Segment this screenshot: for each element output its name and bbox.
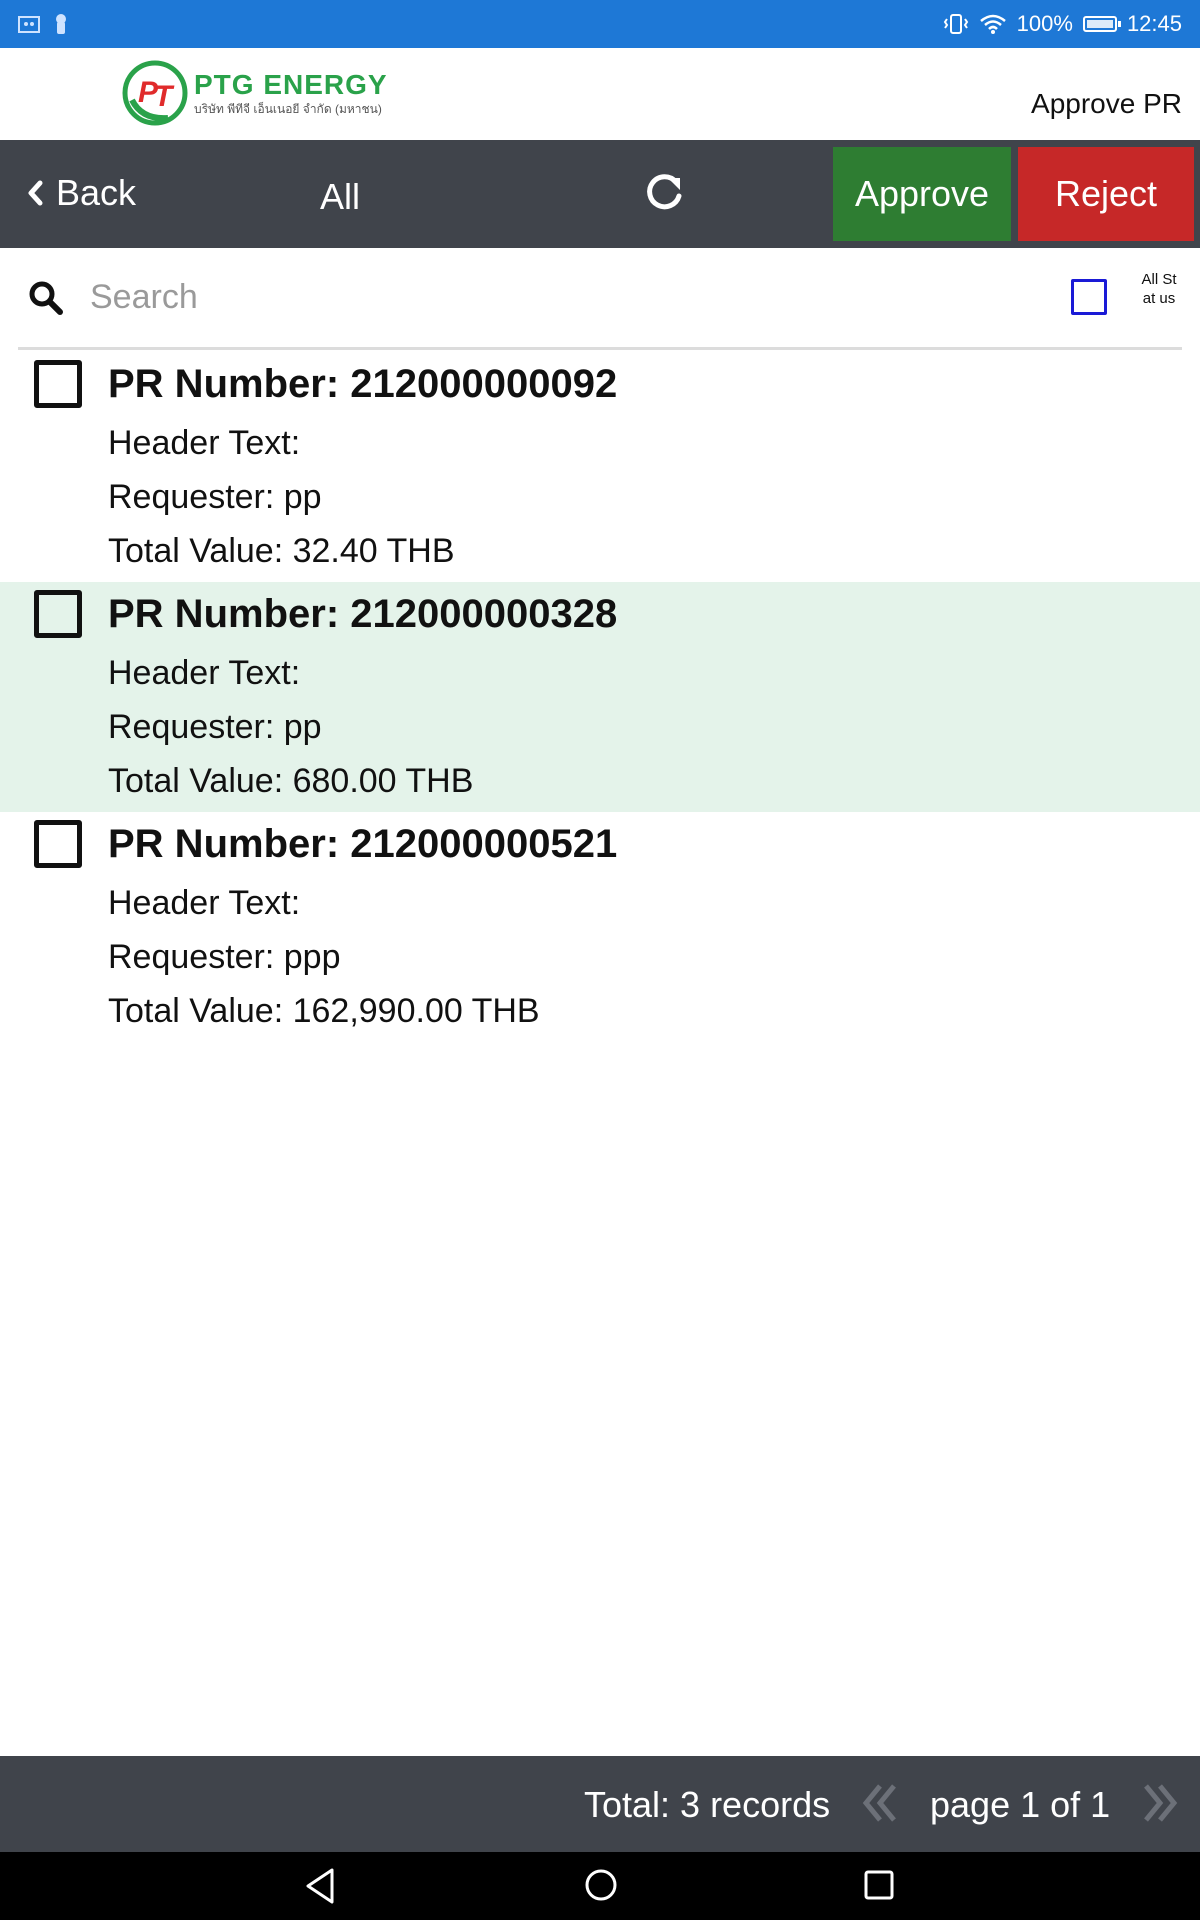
pr-header-text: Header Text:: [108, 424, 301, 462]
pr-header-text: Header Text:: [108, 654, 301, 692]
all-status-label: All Stat us: [1141, 271, 1177, 307]
status-right: 100% 12:45: [943, 11, 1182, 37]
notification-icon: [18, 16, 40, 33]
svg-text:T: T: [154, 80, 175, 113]
pr-select-checkbox[interactable]: [34, 360, 82, 408]
approve-button[interactable]: Approve: [833, 147, 1011, 241]
status-left: [18, 13, 68, 35]
pr-requester: Requester: pp: [108, 478, 322, 516]
pr-total-value: Total Value: 32.40 THB: [108, 532, 455, 570]
clock: 12:45: [1126, 11, 1182, 36]
back-label: Back: [56, 172, 137, 213]
total-records: Total: 3 records: [584, 1784, 831, 1825]
pr-select-checkbox[interactable]: [34, 820, 82, 868]
logo-subtitle: บริษัท พีทีจี เอ็นเนอยี จำกัด (มหาชน): [194, 102, 382, 116]
all-status-checkbox[interactable]: [1071, 279, 1107, 315]
pr-list: PR Number: 212000000092 Header Text: Req…: [0, 352, 1200, 1042]
vibrate-icon: [943, 14, 968, 34]
back-button[interactable]: Back: [26, 168, 136, 218]
pr-select-checkbox[interactable]: [34, 590, 82, 638]
page-title: Approve PR: [1031, 88, 1182, 119]
logo-text: PTG ENERGY บริษัท พีทีจี เอ็นเนอยี จำกัด…: [194, 69, 388, 116]
company-logo: P T PTG ENERGY บริษัท พีทีจี เอ็นเนอยี จ…: [122, 58, 388, 128]
nav-recent-apps-icon[interactable]: [864, 1870, 894, 1900]
pr-header-text: Header Text:: [108, 884, 301, 922]
pr-total-value: Total Value: 680.00 THB: [108, 762, 474, 800]
pr-number: PR Number: 212000000521: [108, 822, 618, 866]
double-chevron-right-icon[interactable]: [1138, 1780, 1182, 1826]
nav-home-icon[interactable]: [584, 1868, 618, 1902]
nav-back-icon[interactable]: [302, 1866, 338, 1906]
pr-number: PR Number: 212000000092: [108, 362, 618, 406]
battery-icon: [1082, 16, 1121, 32]
ptg-logo-icon: P T: [122, 60, 188, 126]
double-chevron-left-icon[interactable]: [858, 1780, 902, 1826]
wifi-icon: [979, 14, 1006, 34]
toolbar: Back All Approve Reject: [0, 140, 1200, 248]
pr-total-value: Total Value: 162,990.00 THB: [108, 992, 540, 1030]
system-nav-bar: [0, 1852, 1200, 1920]
search-icon: [29, 281, 63, 315]
pr-list-item[interactable]: PR Number: 212000000092 Header Text: Req…: [0, 352, 1200, 582]
logo-brand: PTG ENERGY: [194, 69, 388, 100]
filter-label[interactable]: All: [320, 176, 360, 218]
page-indicator: page 1 of 1: [930, 1784, 1111, 1825]
status-bar: 100% 12:45: [0, 0, 1200, 48]
pr-number: PR Number: 212000000328: [108, 592, 618, 636]
keyhole-icon: [56, 14, 66, 34]
chevron-left-icon: [28, 180, 43, 206]
battery-percent: 100%: [1016, 11, 1073, 36]
search-bar: All Stat us: [18, 248, 1182, 350]
pr-requester: Requester: pp: [108, 708, 322, 746]
search-input[interactable]: [88, 272, 988, 322]
reject-button[interactable]: Reject: [1018, 147, 1194, 241]
pr-list-item[interactable]: PR Number: 212000000521 Header Text: Req…: [0, 812, 1200, 1042]
pr-list-item[interactable]: PR Number: 212000000328 Header Text: Req…: [0, 582, 1200, 812]
pagination-footer: Total: 3 records page 1 of 1: [0, 1756, 1200, 1852]
pr-requester: Requester: ppp: [108, 938, 341, 976]
refresh-icon[interactable]: [640, 168, 688, 216]
app-header: P T PTG ENERGY บริษัท พีทีจี เอ็นเนอยี จ…: [0, 48, 1200, 140]
